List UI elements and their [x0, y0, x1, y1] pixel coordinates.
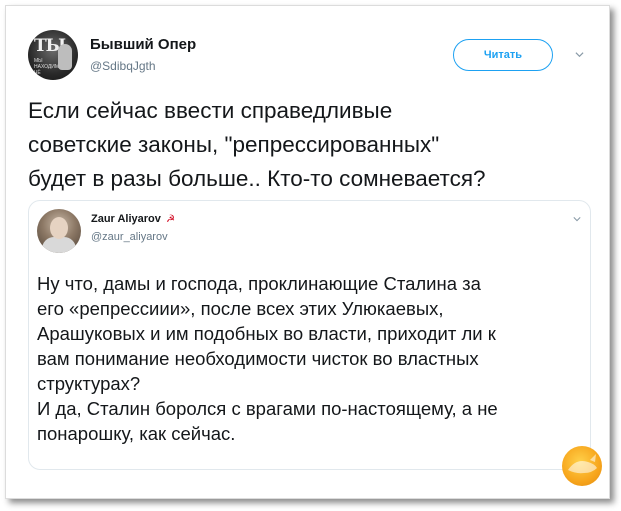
quote-author-handle[interactable]: @zaur_aliyarov: [91, 231, 168, 243]
quote-author-name[interactable]: Zaur Aliyarov ☭: [91, 213, 175, 225]
follow-button[interactable]: Читать: [453, 39, 553, 71]
avatar-face: [50, 217, 68, 239]
tweet-text: Если сейчас ввести справедливые советски…: [28, 98, 486, 191]
quote-author-name-text: Zaur Aliyarov: [91, 213, 161, 225]
hammer-sickle-icon: ☭: [165, 214, 175, 225]
watermark-logo: [562, 446, 602, 486]
avatar-small-text: МЫ НАХОДИМ ЧЁ: [34, 58, 60, 76]
chevron-down-icon[interactable]: [573, 215, 581, 223]
quoted-tweet[interactable]: Zaur Aliyarov ☭ @zaur_aliyarov Ну что, д…: [28, 200, 591, 470]
chevron-down-icon[interactable]: [575, 50, 584, 59]
author-name[interactable]: Бывший Опер: [90, 36, 196, 53]
quote-author-avatar[interactable]: [37, 209, 81, 253]
avatar-shirt: [42, 237, 76, 253]
author-handle[interactable]: @SdibqJgth: [90, 59, 156, 73]
author-avatar[interactable]: ТЫ МЫ НАХОДИМ ЧЁ: [28, 30, 78, 80]
quote-text: Ну что, дамы и господа, проклинающие Ста…: [37, 273, 498, 444]
watermark-logo-icon: [568, 454, 597, 474]
avatar-figure: [58, 44, 72, 70]
